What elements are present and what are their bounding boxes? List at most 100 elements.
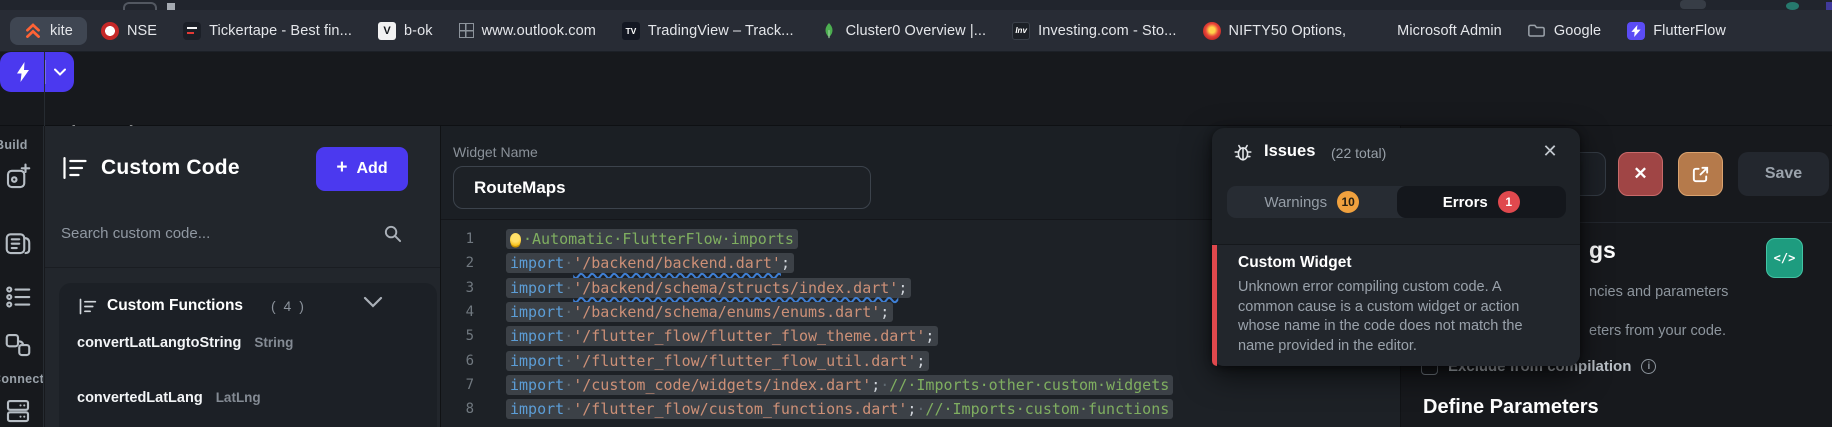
widget-name-label: Widget Name bbox=[453, 144, 538, 160]
bookmark-item[interactable]: Vb-ok bbox=[377, 21, 433, 40]
error-message: Unknown error compiling custom code. A co… bbox=[1238, 278, 1568, 356]
line-number: 2 bbox=[465, 255, 474, 272]
line-number: 4 bbox=[465, 304, 474, 321]
code-token: '/flutter_flow/custom_functions.dart' bbox=[573, 400, 908, 419]
lightning-icon[interactable] bbox=[0, 62, 45, 82]
sidebar-item-widgets[interactable] bbox=[3, 162, 33, 192]
custom-function-row[interactable]: convertedLatLang LatLng bbox=[77, 390, 261, 406]
code-token: ; bbox=[898, 278, 908, 297]
bookmark-label: b-ok bbox=[403, 22, 433, 39]
save-button[interactable]: Save bbox=[1738, 152, 1829, 196]
expand-editor-button[interactable] bbox=[1678, 152, 1723, 196]
bookmark-label: Google bbox=[1553, 22, 1602, 39]
code-token: '/backend/schema/structs/index.dart' bbox=[573, 278, 899, 297]
sidebar-item-database[interactable] bbox=[3, 396, 33, 426]
bookmark-label: TradingView – Track... bbox=[647, 22, 794, 39]
line-number: 3 bbox=[465, 279, 474, 296]
code-line[interactable]: 8 import · '/flutter_flow/custom_functions.… bbox=[441, 397, 1401, 421]
bookmark-item[interactable]: FlutterFlow bbox=[1627, 21, 1726, 40]
function-name: convertedLatLang bbox=[77, 390, 203, 406]
mongo-favicon-icon bbox=[820, 22, 838, 40]
flutterflow-app-window: kite NSE Tickertape - Best fin... Vb-ok www.… bbox=[0, 0, 1832, 427]
bookmark-item[interactable]: TV TradingView – Track... bbox=[621, 21, 794, 40]
navigation-rail: Build Connect bbox=[0, 126, 44, 427]
selected-code-text: import · '/backend/backend.dart'; bbox=[506, 253, 794, 274]
selected-code-text: import · '/backend/schema/enums/enums.dart… bbox=[506, 302, 894, 323]
add-custom-code-button[interactable]: + Add bbox=[316, 147, 408, 191]
line-number: 1 bbox=[465, 231, 474, 248]
issues-total-count: (22 total) bbox=[1331, 145, 1387, 161]
info-icon[interactable]: i bbox=[1641, 359, 1657, 374]
selected-code-text: ·Automatic·FlutterFlow·imports bbox=[506, 229, 798, 250]
code-token: · bbox=[564, 375, 574, 394]
nse-favicon-icon bbox=[100, 21, 119, 40]
bookmark-label: Microsoft Admin bbox=[1397, 22, 1502, 39]
selected-code-text: import · '/flutter_flow/flutter_flow_util.… bbox=[506, 350, 930, 371]
view-generated-code-button[interactable]: </> bbox=[1766, 238, 1803, 278]
folder-favicon-icon bbox=[1528, 22, 1546, 40]
code-token: import bbox=[510, 278, 565, 297]
browser-extension-button-stub bbox=[1680, 0, 1706, 9]
custom-function-row[interactable]: convertLatLangtoString String bbox=[77, 335, 293, 351]
selected-code-text: import · '/flutter_flow/flutter_flow_theme… bbox=[506, 326, 939, 347]
error-message-line: name provided in the editor. bbox=[1238, 337, 1417, 354]
error-severity-bar bbox=[1212, 245, 1217, 366]
bookmark-label: Tickertape - Best fin... bbox=[209, 22, 352, 39]
bookmark-item[interactable]: kite bbox=[10, 16, 87, 45]
code-token: //·Imports·other·custom·widgets bbox=[889, 375, 1170, 394]
code-token: · bbox=[916, 400, 926, 419]
custom-code-icon bbox=[61, 154, 89, 182]
close-icon[interactable]: ✕ bbox=[1538, 139, 1562, 163]
errors-tab-label: Errors bbox=[1442, 193, 1488, 211]
sidebar-item-pages[interactable] bbox=[3, 228, 33, 258]
settings-description-fragment: ncies and parameters bbox=[1589, 284, 1729, 300]
code-token: ; bbox=[871, 375, 881, 394]
bookmark-label: kite bbox=[50, 22, 73, 39]
widget-name-input[interactable] bbox=[453, 166, 871, 209]
sidebar-item-custom-code[interactable] bbox=[3, 282, 33, 312]
code-token: '/backend/backend.dart' bbox=[573, 254, 781, 273]
bookmark-item[interactable]: Google bbox=[1528, 22, 1601, 40]
bookmark-item[interactable]: Cluster0 Overview |... bbox=[820, 22, 987, 40]
error-card[interactable]: Custom Widget Unknown error compiling cu… bbox=[1212, 245, 1580, 366]
line-number: 5 bbox=[465, 328, 474, 345]
run-options-chevron[interactable] bbox=[46, 68, 74, 76]
custom-functions-card: Custom Functions ( 4 ) convertLatLangtoS… bbox=[59, 283, 437, 427]
bookmark-item[interactable]: NSE bbox=[100, 21, 157, 40]
bookmark-label: www.outlook.com bbox=[481, 22, 596, 39]
code-token: ; bbox=[780, 254, 790, 273]
lightbulb-icon[interactable] bbox=[510, 232, 521, 246]
code-token: import bbox=[510, 400, 565, 419]
function-name: convertLatLangtoString bbox=[77, 335, 242, 351]
issues-popup: Issues (22 total) ✕ Warnings 10 Errors 1… bbox=[1212, 128, 1580, 366]
nifty-favicon-icon bbox=[1202, 21, 1221, 40]
code-token: import bbox=[510, 303, 565, 322]
bookmark-item[interactable]: Tickertape - Best fin... bbox=[183, 21, 352, 40]
flutterflow-favicon-icon bbox=[1627, 21, 1646, 40]
browser-toolbar-strip bbox=[0, 0, 1832, 10]
bookmark-item[interactable]: NIFTY50 Options, bbox=[1202, 21, 1347, 40]
warnings-tab-label: Warnings bbox=[1264, 193, 1328, 211]
rail-divider bbox=[44, 52, 45, 126]
code-token: · bbox=[564, 254, 574, 273]
code-token: ·Automatic·FlutterFlow·imports bbox=[523, 230, 794, 249]
close-editor-button[interactable]: ✕ bbox=[1618, 152, 1663, 196]
investing-favicon-icon: Inv bbox=[1012, 21, 1031, 40]
bookmark-item[interactable]: Microsoft Admin bbox=[1372, 22, 1502, 39]
tab-errors[interactable]: Errors 1 bbox=[1396, 186, 1566, 218]
panel-divider bbox=[45, 267, 440, 268]
line-number: 6 bbox=[465, 352, 474, 369]
run-app-split-button[interactable] bbox=[0, 52, 74, 92]
code-line[interactable]: 7 import · '/custom_code/widgets/index.dart… bbox=[441, 373, 1401, 397]
tab-warnings[interactable]: Warnings 10 bbox=[1227, 186, 1397, 218]
code-token: ; bbox=[880, 303, 890, 322]
search-icon[interactable] bbox=[383, 224, 402, 243]
chevron-down-icon[interactable] bbox=[363, 296, 383, 308]
browser-avatar-stub bbox=[1786, 2, 1799, 10]
tickertape-favicon-icon bbox=[183, 21, 202, 40]
custom-functions-count: ( 4 ) bbox=[271, 298, 306, 314]
bookmark-item[interactable]: www.outlook.com bbox=[458, 22, 596, 39]
search-custom-code-input[interactable] bbox=[61, 220, 391, 246]
bookmark-item[interactable]: Inv Investing.com - Sto... bbox=[1012, 21, 1176, 40]
sidebar-item-integrations[interactable] bbox=[3, 330, 33, 360]
